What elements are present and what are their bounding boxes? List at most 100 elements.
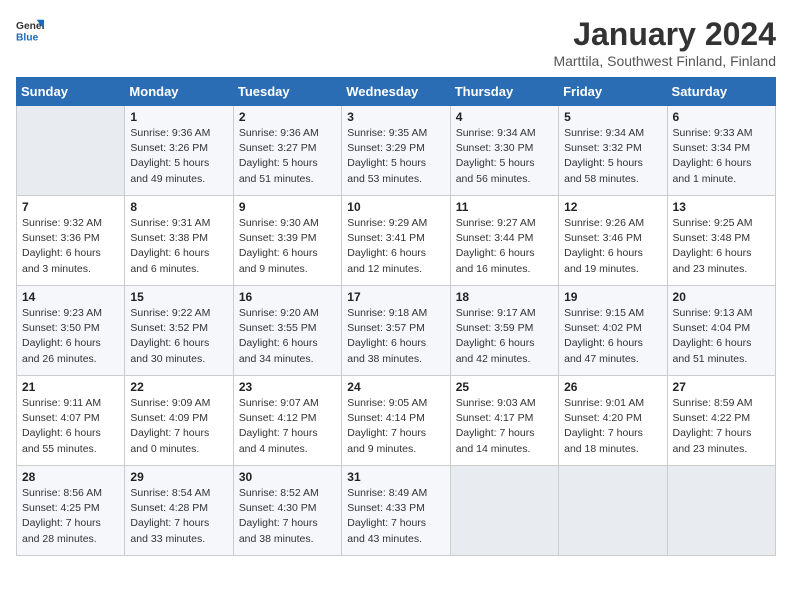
day-number: 3 (347, 110, 444, 124)
col-header-wednesday: Wednesday (342, 78, 450, 106)
day-number: 24 (347, 380, 444, 394)
header-row: SundayMondayTuesdayWednesdayThursdayFrid… (17, 78, 776, 106)
day-info: Sunrise: 9:23 AM Sunset: 3:50 PM Dayligh… (22, 306, 119, 367)
col-header-sunday: Sunday (17, 78, 125, 106)
calendar-cell (559, 466, 667, 556)
day-number: 10 (347, 200, 444, 214)
day-number: 21 (22, 380, 119, 394)
day-info: Sunrise: 9:18 AM Sunset: 3:57 PM Dayligh… (347, 306, 444, 367)
day-info: Sunrise: 9:25 AM Sunset: 3:48 PM Dayligh… (673, 216, 770, 277)
day-info: Sunrise: 9:29 AM Sunset: 3:41 PM Dayligh… (347, 216, 444, 277)
day-number: 17 (347, 290, 444, 304)
day-number: 26 (564, 380, 661, 394)
day-info: Sunrise: 9:33 AM Sunset: 3:34 PM Dayligh… (673, 126, 770, 187)
calendar-cell: 3 Sunrise: 9:35 AM Sunset: 3:29 PM Daylig… (342, 106, 450, 196)
day-info: Sunrise: 9:09 AM Sunset: 4:09 PM Dayligh… (130, 396, 227, 457)
day-number: 28 (22, 470, 119, 484)
calendar-cell: 8 Sunrise: 9:31 AM Sunset: 3:38 PM Daylig… (125, 196, 233, 286)
day-number: 25 (456, 380, 553, 394)
calendar-cell: 5Sunrise: 9:34 AM Sunset: 3:32 PM Daylig… (559, 106, 667, 196)
calendar-cell: 7 Sunrise: 9:32 AM Sunset: 3:36 PM Daylig… (17, 196, 125, 286)
week-row-2: 7 Sunrise: 9:32 AM Sunset: 3:36 PM Daylig… (17, 196, 776, 286)
day-number: 13 (673, 200, 770, 214)
day-number: 19 (564, 290, 661, 304)
day-info: Sunrise: 9:01 AM Sunset: 4:20 PM Dayligh… (564, 396, 661, 457)
calendar-cell: 4Sunrise: 9:34 AM Sunset: 3:30 PM Daylig… (450, 106, 558, 196)
calendar-cell: 15 Sunrise: 9:22 AM Sunset: 3:52 PM Dayli… (125, 286, 233, 376)
calendar-cell: 1 Sunrise: 9:36 AM Sunset: 3:26 PM Daylig… (125, 106, 233, 196)
day-info: Sunrise: 8:52 AM Sunset: 4:30 PM Dayligh… (239, 486, 336, 547)
day-info: Sunrise: 9:07 AM Sunset: 4:12 PM Dayligh… (239, 396, 336, 457)
day-number: 2 (239, 110, 336, 124)
calendar-cell (667, 466, 775, 556)
page-header: General Blue January 2024 Marttila, Sout… (16, 16, 776, 69)
day-number: 29 (130, 470, 227, 484)
calendar-cell: 11Sunrise: 9:27 AM Sunset: 3:44 PM Dayli… (450, 196, 558, 286)
day-info: Sunrise: 9:35 AM Sunset: 3:29 PM Dayligh… (347, 126, 444, 187)
day-info: Sunrise: 9:32 AM Sunset: 3:36 PM Dayligh… (22, 216, 119, 277)
day-number: 7 (22, 200, 119, 214)
day-number: 16 (239, 290, 336, 304)
day-info: Sunrise: 9:20 AM Sunset: 3:55 PM Dayligh… (239, 306, 336, 367)
logo: General Blue (16, 16, 44, 44)
calendar-cell: 13 Sunrise: 9:25 AM Sunset: 3:48 PM Dayli… (667, 196, 775, 286)
day-info: Sunrise: 9:36 AM Sunset: 3:27 PM Dayligh… (239, 126, 336, 187)
calendar-cell: 19Sunrise: 9:15 AM Sunset: 4:02 PM Dayli… (559, 286, 667, 376)
calendar-cell: 17 Sunrise: 9:18 AM Sunset: 3:57 PM Dayli… (342, 286, 450, 376)
day-number: 11 (456, 200, 553, 214)
day-number: 27 (673, 380, 770, 394)
calendar-cell: 10 Sunrise: 9:29 AM Sunset: 3:41 PM Dayli… (342, 196, 450, 286)
day-info: Sunrise: 9:26 AM Sunset: 3:46 PM Dayligh… (564, 216, 661, 277)
calendar-cell: 25 Sunrise: 9:03 AM Sunset: 4:17 PM Dayli… (450, 376, 558, 466)
day-info: Sunrise: 8:54 AM Sunset: 4:28 PM Dayligh… (130, 486, 227, 547)
day-info: Sunrise: 8:56 AM Sunset: 4:25 PM Dayligh… (22, 486, 119, 547)
day-info: Sunrise: 8:59 AM Sunset: 4:22 PM Dayligh… (673, 396, 770, 457)
calendar-cell: 16 Sunrise: 9:20 AM Sunset: 3:55 PM Dayli… (233, 286, 341, 376)
col-header-tuesday: Tuesday (233, 78, 341, 106)
calendar-cell (450, 466, 558, 556)
week-row-3: 14 Sunrise: 9:23 AM Sunset: 3:50 PM Dayli… (17, 286, 776, 376)
day-info: Sunrise: 9:30 AM Sunset: 3:39 PM Dayligh… (239, 216, 336, 277)
calendar-cell: 24Sunrise: 9:05 AM Sunset: 4:14 PM Dayli… (342, 376, 450, 466)
calendar-cell: 27 Sunrise: 8:59 AM Sunset: 4:22 PM Dayli… (667, 376, 775, 466)
day-number: 18 (456, 290, 553, 304)
day-number: 9 (239, 200, 336, 214)
calendar-cell: 22 Sunrise: 9:09 AM Sunset: 4:09 PM Dayli… (125, 376, 233, 466)
calendar-cell: 18Sunrise: 9:17 AM Sunset: 3:59 PM Dayli… (450, 286, 558, 376)
week-row-4: 21 Sunrise: 9:11 AM Sunset: 4:07 PM Dayli… (17, 376, 776, 466)
day-number: 12 (564, 200, 661, 214)
day-number: 6 (673, 110, 770, 124)
day-info: Sunrise: 9:34 AM Sunset: 3:32 PM Dayligh… (564, 126, 661, 187)
location-title: Marttila, Southwest Finland, Finland (553, 53, 776, 69)
logo-icon: General Blue (16, 16, 44, 44)
day-info: Sunrise: 9:11 AM Sunset: 4:07 PM Dayligh… (22, 396, 119, 457)
calendar-cell: 9 Sunrise: 9:30 AM Sunset: 3:39 PM Daylig… (233, 196, 341, 286)
col-header-saturday: Saturday (667, 78, 775, 106)
day-number: 30 (239, 470, 336, 484)
day-number: 1 (130, 110, 227, 124)
day-info: Sunrise: 9:34 AM Sunset: 3:30 PM Dayligh… (456, 126, 553, 187)
calendar-cell: 30 Sunrise: 8:52 AM Sunset: 4:30 PM Dayli… (233, 466, 341, 556)
title-block: January 2024 Marttila, Southwest Finland… (553, 16, 776, 69)
calendar-cell: 6 Sunrise: 9:33 AM Sunset: 3:34 PM Daylig… (667, 106, 775, 196)
day-number: 22 (130, 380, 227, 394)
day-info: Sunrise: 9:22 AM Sunset: 3:52 PM Dayligh… (130, 306, 227, 367)
day-number: 15 (130, 290, 227, 304)
calendar-cell: 20Sunrise: 9:13 AM Sunset: 4:04 PM Dayli… (667, 286, 775, 376)
week-row-5: 28 Sunrise: 8:56 AM Sunset: 4:25 PM Dayli… (17, 466, 776, 556)
calendar-cell: 21 Sunrise: 9:11 AM Sunset: 4:07 PM Dayli… (17, 376, 125, 466)
day-number: 20 (673, 290, 770, 304)
day-info: Sunrise: 9:03 AM Sunset: 4:17 PM Dayligh… (456, 396, 553, 457)
day-number: 8 (130, 200, 227, 214)
col-header-thursday: Thursday (450, 78, 558, 106)
day-info: Sunrise: 8:49 AM Sunset: 4:33 PM Dayligh… (347, 486, 444, 547)
col-header-friday: Friday (559, 78, 667, 106)
day-number: 31 (347, 470, 444, 484)
day-info: Sunrise: 9:31 AM Sunset: 3:38 PM Dayligh… (130, 216, 227, 277)
svg-text:Blue: Blue (16, 32, 39, 43)
day-info: Sunrise: 9:36 AM Sunset: 3:26 PM Dayligh… (130, 126, 227, 187)
calendar-cell: 29 Sunrise: 8:54 AM Sunset: 4:28 PM Dayli… (125, 466, 233, 556)
day-number: 23 (239, 380, 336, 394)
day-number: 14 (22, 290, 119, 304)
month-title: January 2024 (553, 16, 776, 53)
